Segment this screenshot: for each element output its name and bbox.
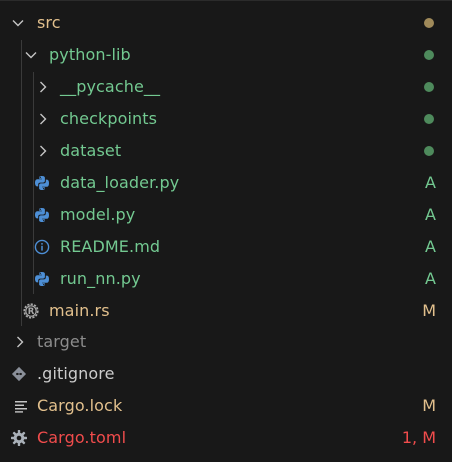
info-icon: [33, 231, 51, 263]
file-explorer: src python-lib __pycache__ checkpoints d…: [0, 0, 452, 462]
tree-item-checkpoints[interactable]: checkpoints: [0, 103, 452, 135]
chevron-down-icon: [22, 39, 40, 71]
git-status-badge: M: [422, 301, 436, 320]
gear-icon: [10, 422, 28, 454]
untracked-dot: [424, 146, 434, 156]
chevron-right-icon: [34, 103, 52, 135]
git-icon: [10, 358, 28, 390]
tree-item-label: dataset: [60, 141, 122, 160]
tree-item-label: run_nn.py: [60, 269, 141, 288]
chevron-down-icon: [9, 7, 27, 39]
panel-top-border: [0, 0, 452, 1]
git-status-badge: 1, M: [401, 428, 436, 447]
untracked-dot: [424, 114, 434, 124]
tree-item-cargo-toml[interactable]: Cargo.toml 1, M: [0, 422, 452, 454]
tree-item-label: .gitignore: [37, 364, 115, 383]
chevron-right-icon: [34, 71, 52, 103]
tree-item-label: model.py: [60, 205, 136, 224]
tree-item-label: data_loader.py: [60, 173, 180, 192]
tree-item-label: main.rs: [49, 301, 110, 320]
tree-item-readme[interactable]: README.md A: [0, 231, 452, 263]
git-status-badge: M: [422, 396, 436, 415]
tree-item-run-nn[interactable]: run_nn.py A: [0, 263, 452, 295]
chevron-right-icon: [34, 135, 52, 167]
tree-item-src[interactable]: src: [0, 7, 452, 39]
tree-item-label: src: [37, 13, 61, 32]
tree-item-gitignore[interactable]: .gitignore: [0, 358, 452, 390]
tree-item-label: python-lib: [49, 45, 131, 64]
tree-item-pycache[interactable]: __pycache__: [0, 71, 452, 103]
untracked-dot: [424, 82, 434, 92]
untracked-dot: [424, 50, 434, 60]
tree-item-data-loader[interactable]: data_loader.py A: [0, 167, 452, 199]
tree-item-dataset[interactable]: dataset: [0, 135, 452, 167]
tree-item-main-rs[interactable]: R main.rs M: [0, 295, 452, 327]
git-status-badge: A: [425, 237, 436, 256]
tree-item-python-lib[interactable]: python-lib: [0, 39, 452, 71]
modified-dot: [424, 18, 434, 28]
python-icon: [33, 199, 51, 231]
chevron-right-icon: [11, 326, 29, 358]
python-icon: [33, 167, 51, 199]
python-icon: [33, 263, 51, 295]
lines-icon: [12, 390, 30, 422]
tree-item-label: Cargo.lock: [37, 396, 123, 415]
git-status-badge: A: [425, 173, 436, 192]
git-status-badge: A: [425, 205, 436, 224]
tree-item-label: target: [37, 332, 87, 351]
svg-text:R: R: [28, 307, 35, 317]
tree-item-label: __pycache__: [60, 77, 161, 96]
git-status-badge: A: [425, 269, 436, 288]
rust-icon: R: [22, 295, 40, 327]
tree-item-label: checkpoints: [60, 109, 158, 128]
tree-item-target[interactable]: target: [0, 326, 452, 358]
tree-item-cargo-lock[interactable]: Cargo.lock M: [0, 390, 452, 422]
tree-item-label: README.md: [60, 237, 161, 256]
tree-item-label: Cargo.toml: [37, 428, 127, 447]
tree-item-model[interactable]: model.py A: [0, 199, 452, 231]
